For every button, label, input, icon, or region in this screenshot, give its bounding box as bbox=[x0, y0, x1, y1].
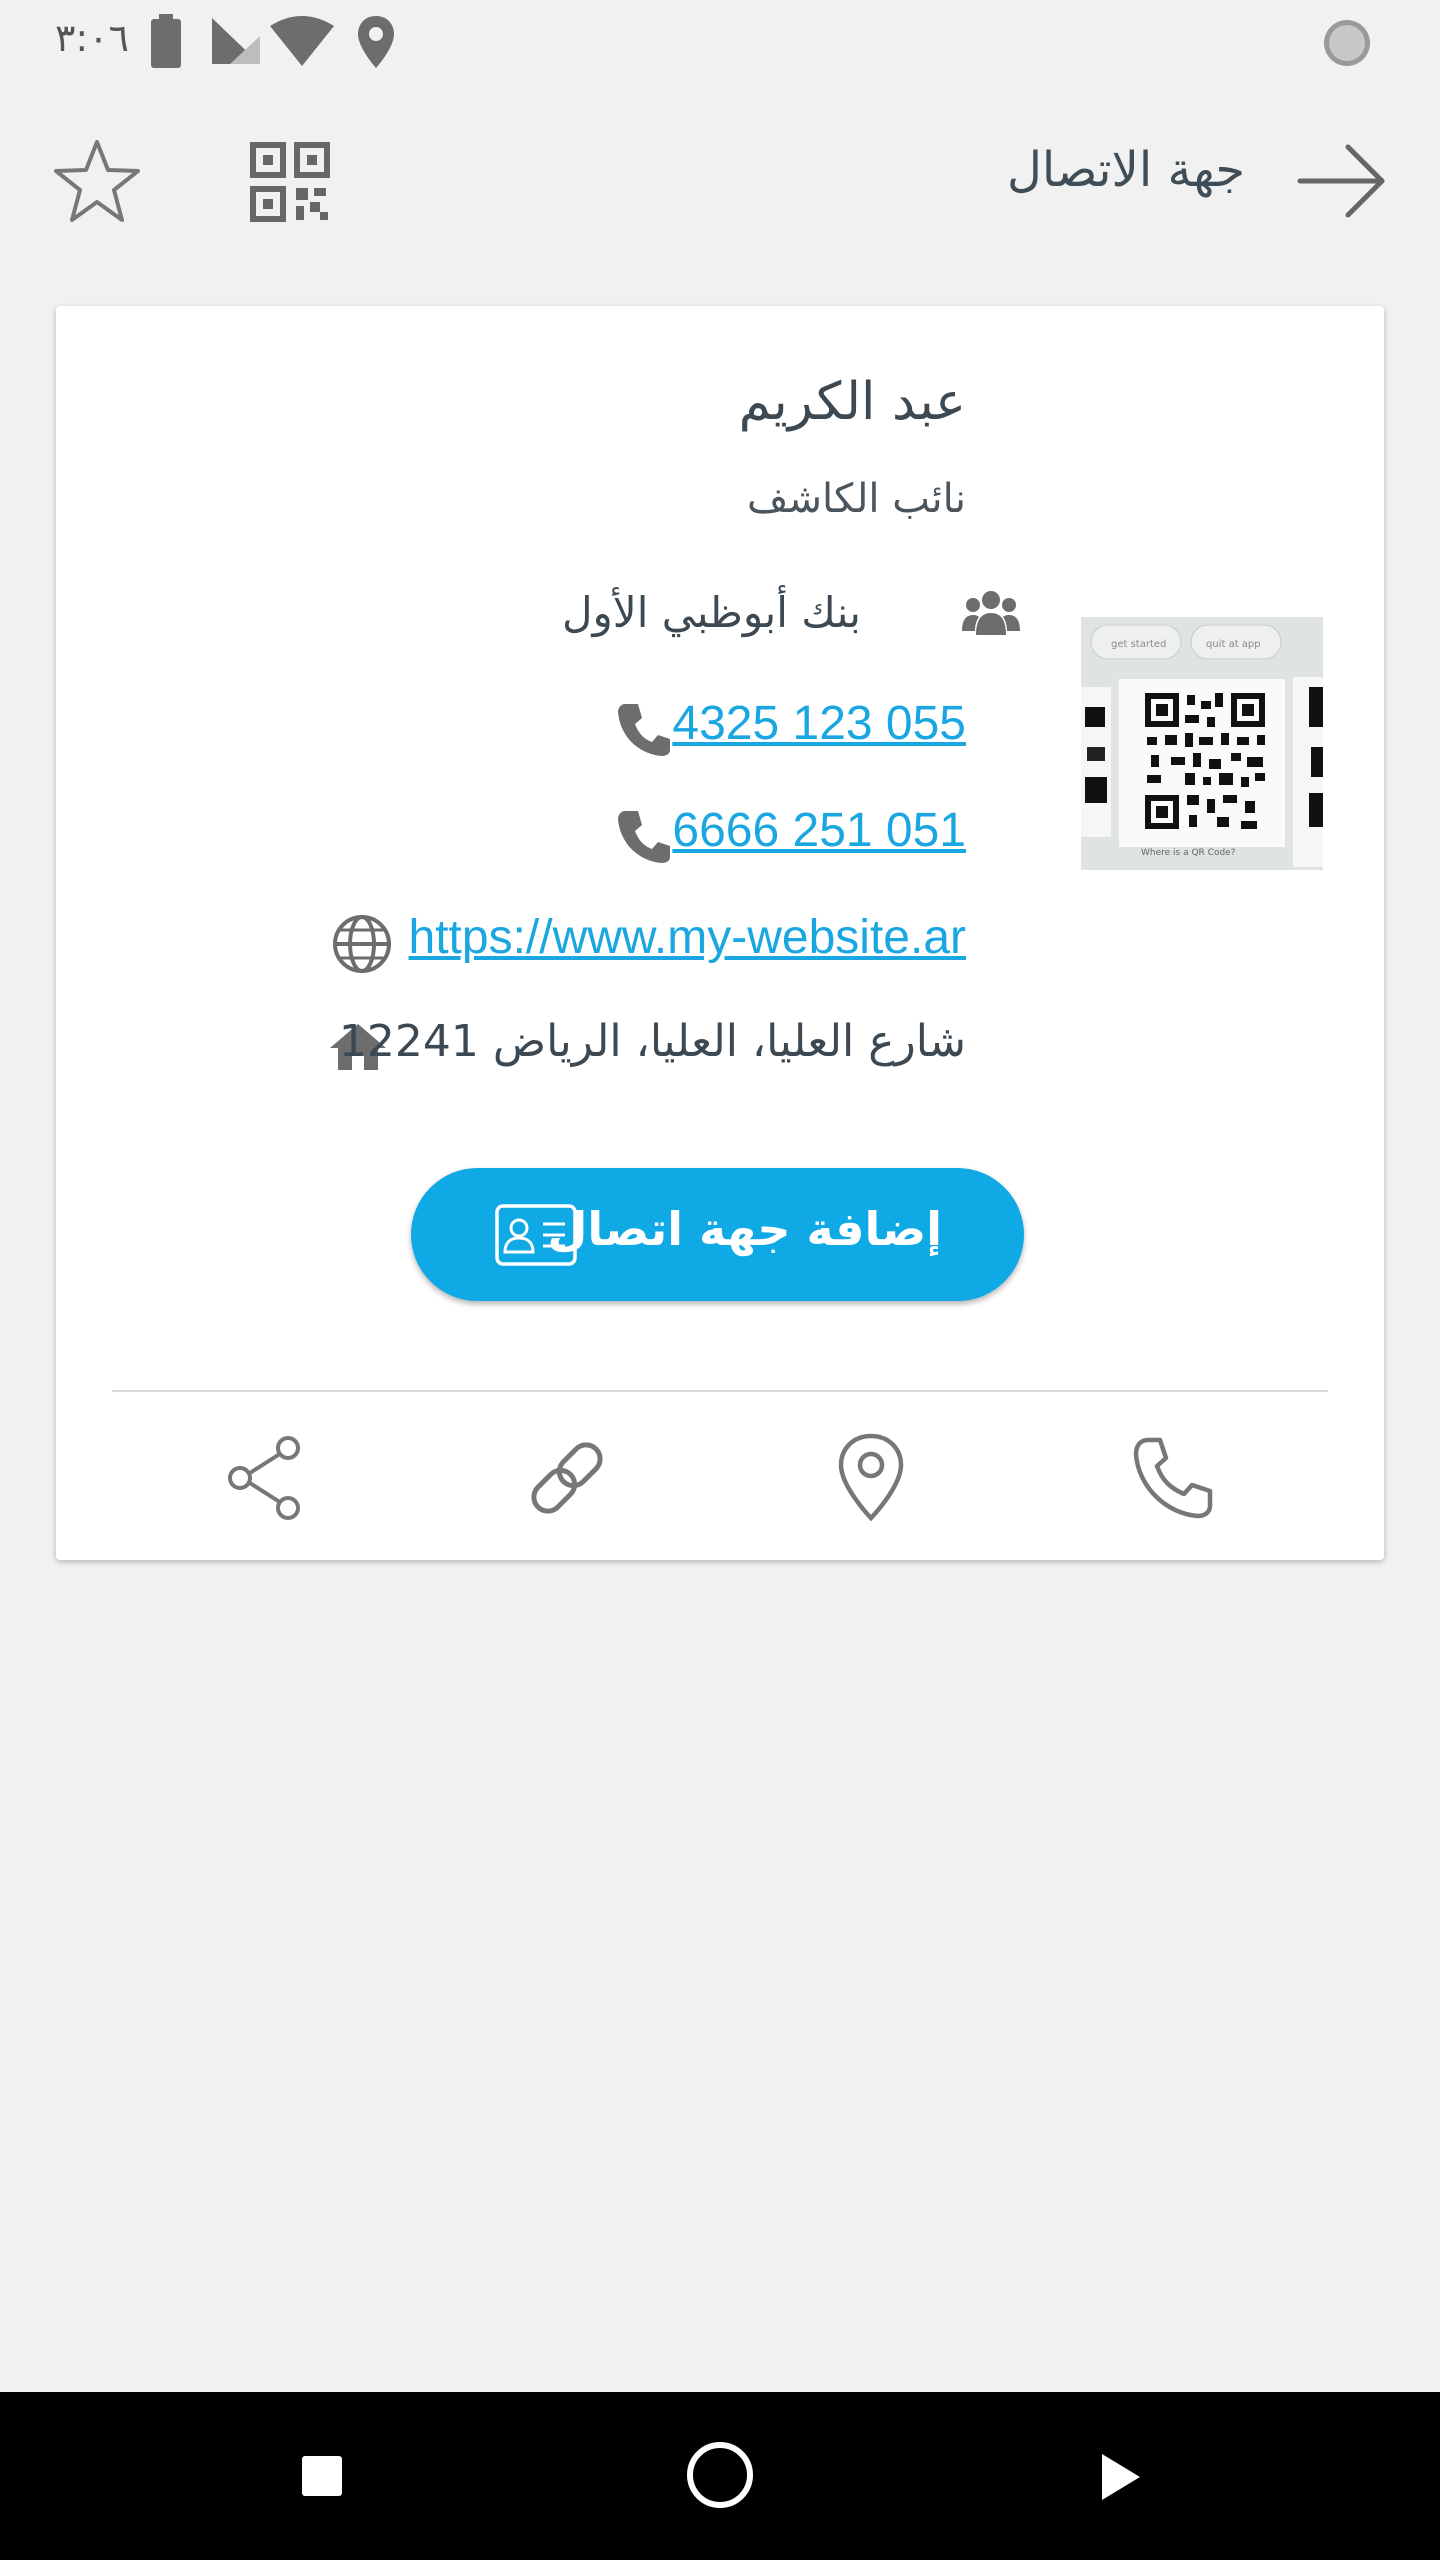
qr-code-icon bbox=[250, 142, 330, 222]
qr-thumb-text-2: quit at app bbox=[1206, 639, 1261, 650]
arrow-right-icon bbox=[1297, 144, 1385, 218]
qr-code-thumbnail[interactable]: get started quit at app Where is a QR Co… bbox=[1081, 617, 1323, 870]
back-icon bbox=[1102, 2454, 1140, 2500]
share-icon bbox=[228, 1436, 300, 1520]
contact-name: عبد الكريم bbox=[738, 372, 966, 432]
system-nav-bar bbox=[0, 2392, 1440, 2560]
status-time: ٣:٠٦ bbox=[55, 16, 130, 60]
star-icon bbox=[54, 140, 140, 222]
status-bar: ٣:٠٦ bbox=[0, 0, 1440, 80]
favorite-button[interactable] bbox=[52, 138, 142, 224]
link-button[interactable] bbox=[522, 1436, 612, 1520]
contact-job-title: نائب الكاشف bbox=[747, 476, 966, 522]
company-name: بنك أبوظبي الأول bbox=[561, 588, 861, 637]
home-icon bbox=[687, 2442, 753, 2508]
add-contact-label: إضافة جهة اتصال bbox=[547, 1202, 942, 1256]
share-button[interactable] bbox=[224, 1436, 304, 1520]
people-icon bbox=[962, 589, 1020, 637]
home-button[interactable] bbox=[685, 2440, 755, 2510]
recents-button[interactable] bbox=[300, 2454, 344, 2498]
recents-icon bbox=[302, 2456, 342, 2496]
globe-icon bbox=[332, 914, 392, 974]
location-pin-icon bbox=[838, 1433, 904, 1522]
location-icon bbox=[356, 14, 396, 70]
phone-icon bbox=[1133, 1437, 1213, 1519]
card-divider bbox=[112, 1390, 1328, 1392]
link-icon bbox=[531, 1442, 603, 1514]
phone-link-1[interactable]: 4325 123 055 bbox=[672, 696, 966, 751]
qr-thumb-text-3: Where is a QR Code? bbox=[1141, 848, 1236, 858]
qr-thumb-text-1: get started bbox=[1111, 639, 1166, 650]
location-button[interactable] bbox=[836, 1432, 906, 1522]
phone-icon-1 bbox=[616, 702, 672, 758]
website-link[interactable]: https://www.my-website.ar bbox=[409, 910, 966, 965]
contact-card: عبد الكريم نائب الكاشف بنك أبوظبي الأول … bbox=[56, 306, 1384, 1560]
signal-icon bbox=[210, 16, 262, 66]
page-title: جهة الاتصال bbox=[1007, 142, 1245, 198]
phone-icon-2 bbox=[616, 809, 672, 865]
address-text: شارع العليا، العليا، الرياض 12241 bbox=[338, 1016, 966, 1067]
qr-code-button[interactable] bbox=[250, 142, 330, 222]
call-button[interactable] bbox=[1130, 1436, 1216, 1522]
nav-back-button[interactable] bbox=[1098, 2452, 1142, 2502]
phone-link-2[interactable]: 6666 251 051 bbox=[672, 803, 966, 858]
wifi-icon bbox=[270, 16, 334, 66]
loading-indicator-icon bbox=[1322, 18, 1372, 68]
battery-icon bbox=[150, 14, 182, 68]
add-contact-button[interactable]: إضافة جهة اتصال bbox=[411, 1168, 1024, 1301]
back-button[interactable] bbox=[1296, 143, 1388, 219]
